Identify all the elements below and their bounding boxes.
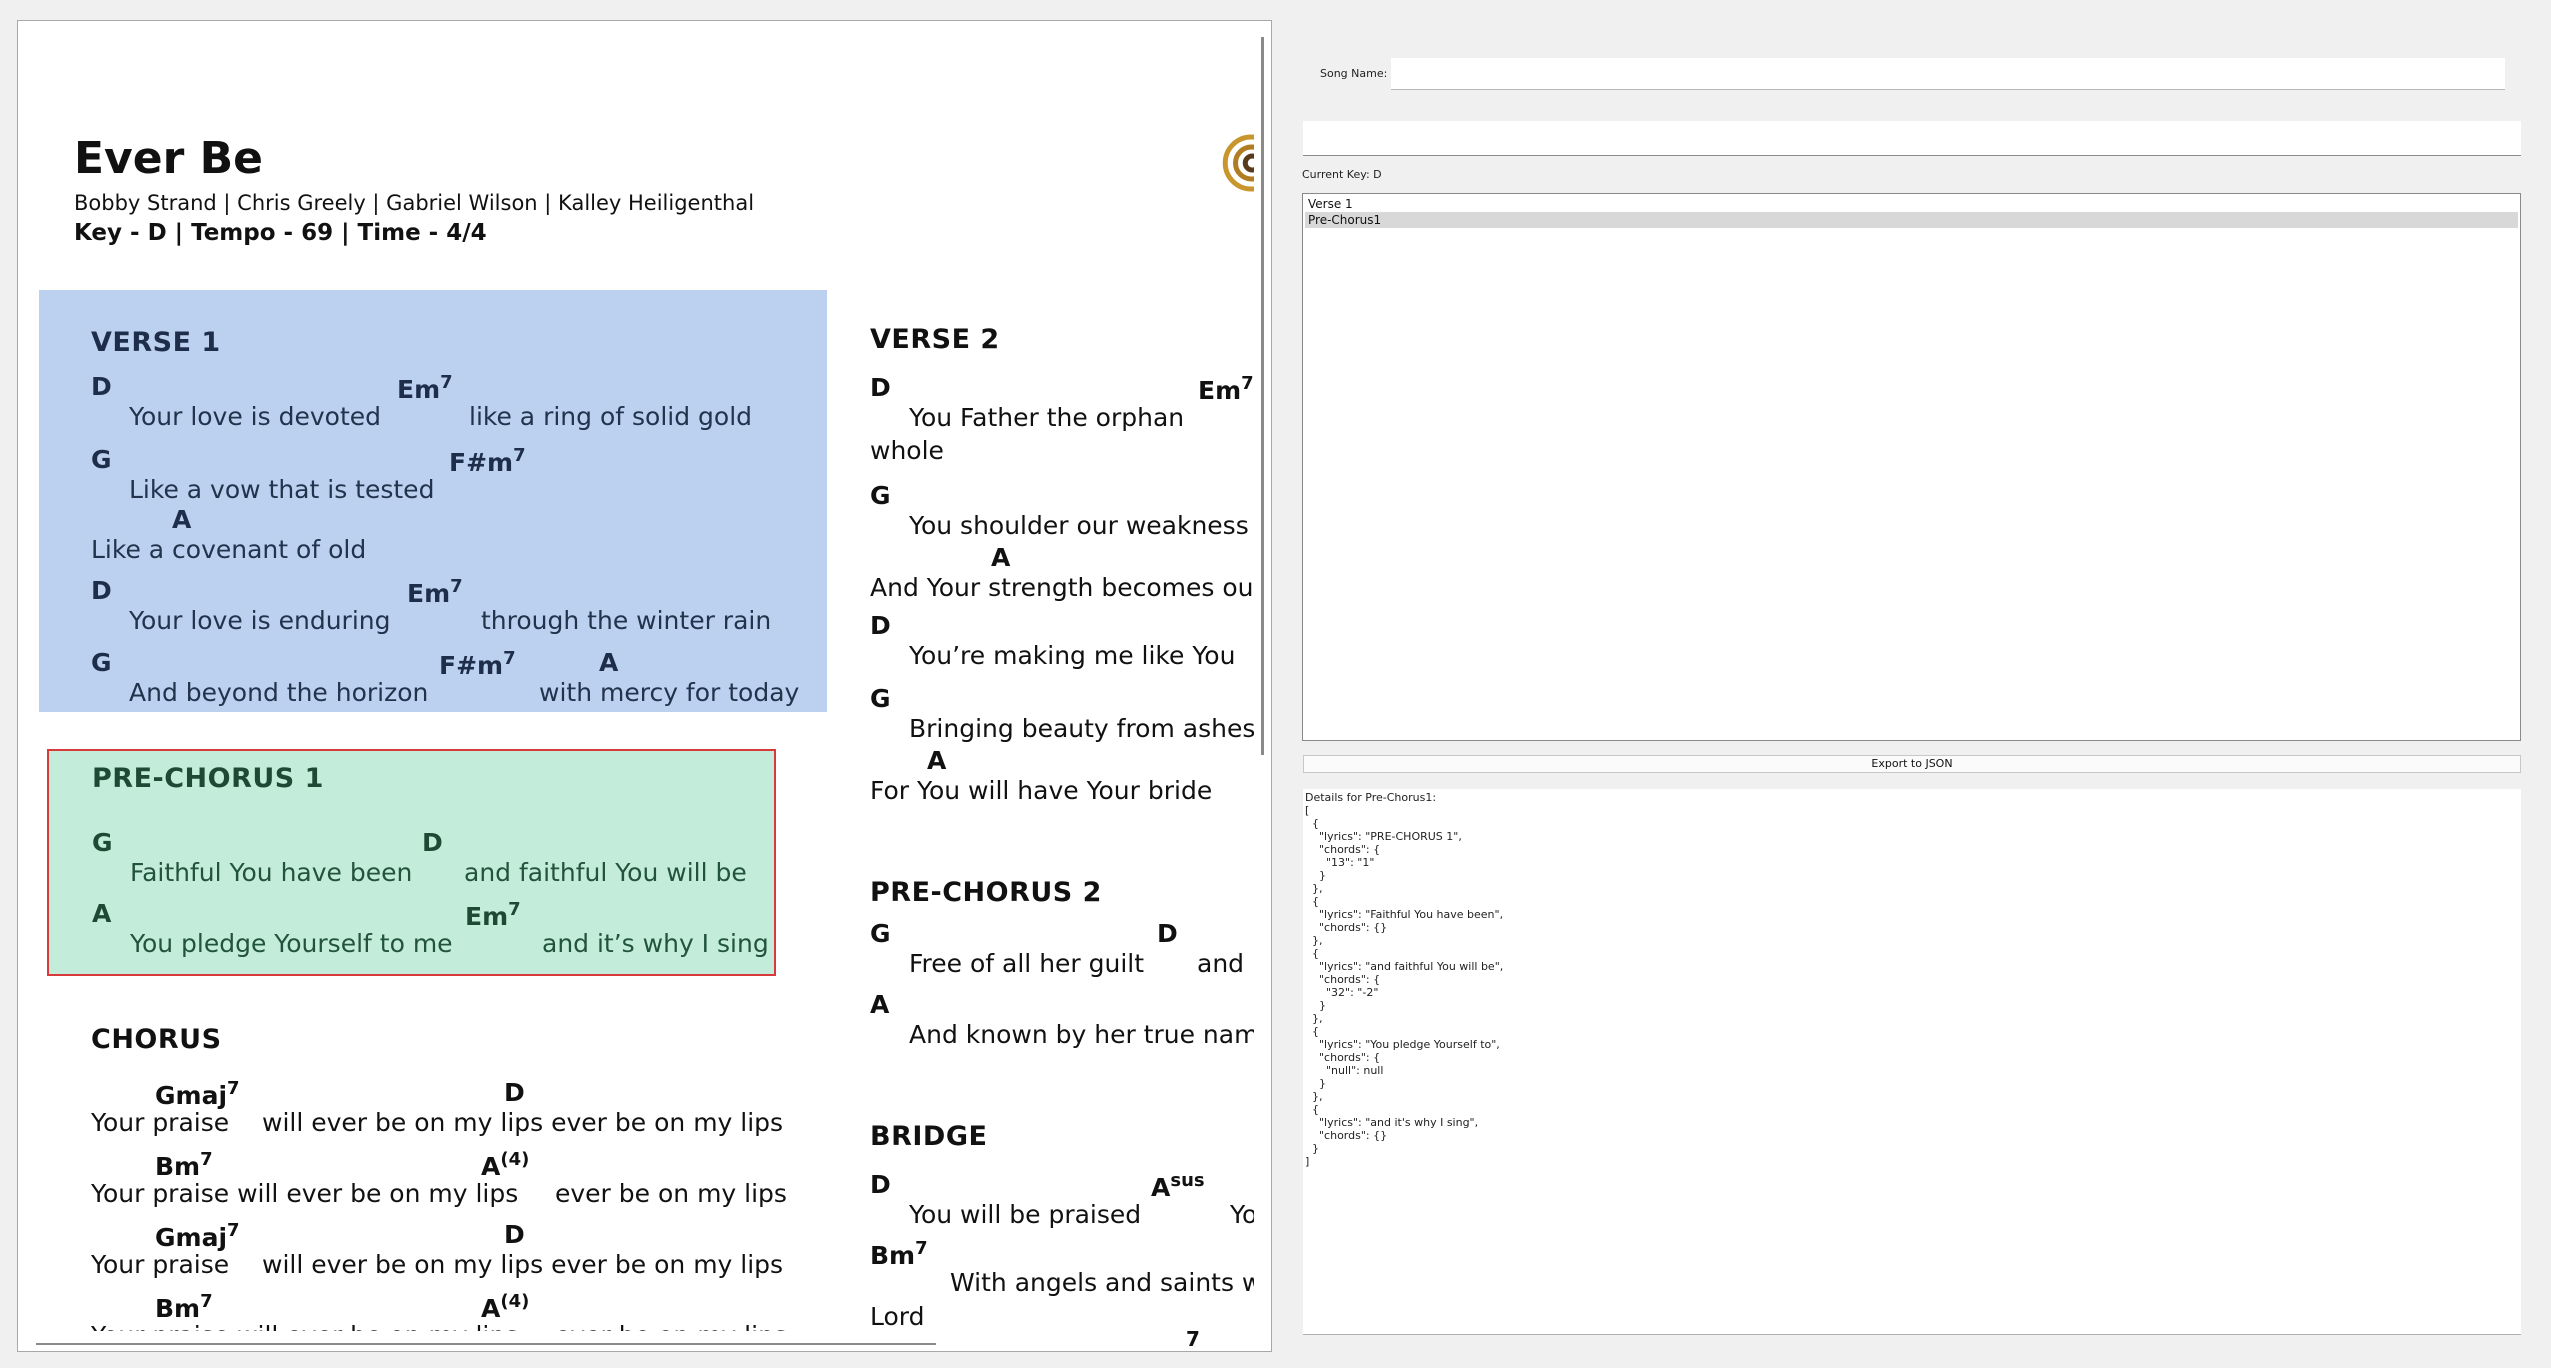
chord-symbol: A — [991, 543, 1011, 572]
lyric-text: and faithful You will be — [464, 858, 747, 887]
chord-symbol: D — [422, 828, 443, 857]
lyric-text: Your praise — [91, 1108, 230, 1137]
current-key-label: Current Key: D — [1302, 168, 1382, 181]
lyric-text: You — [1230, 1200, 1254, 1229]
section-title: BRIDGE — [870, 1121, 988, 1152]
chord-symbol: D — [870, 611, 891, 640]
chord-symbol: D — [870, 1170, 891, 1199]
lyric-text: You will be praised — [909, 1200, 1142, 1229]
section-list[interactable]: Verse 1 Pre-Chorus1 — [1302, 193, 2521, 741]
horizontal-scrollbar[interactable] — [36, 1343, 936, 1345]
chart-page: Ever Be Bobby Strand | Chris Greely | Ga… — [18, 21, 1254, 1331]
chord-lyric-line: GFYou shoulder our weakness — [18, 481, 1249, 551]
chart-viewer[interactable]: Ever Be Bobby Strand | Chris Greely | Ga… — [17, 20, 1272, 1352]
chord-symbol: Em7 — [1198, 373, 1254, 405]
lyric-text: And Your strength becomes our — [870, 573, 1254, 602]
chord-symbol: Gmaj7 — [155, 1078, 240, 1110]
chord-lyric-line: D Em7 You Father the orphan whole — [18, 373, 1254, 465]
chord-symbol: G — [870, 481, 891, 510]
chord-symbol: Bm7 — [870, 1238, 928, 1270]
song-title: Ever Be — [74, 133, 263, 184]
lyric-text: Free of all her guilt — [909, 949, 1145, 978]
chord-symbol: D — [870, 373, 891, 402]
chord-symbol: G — [91, 445, 112, 474]
lyric-text: Bringing beauty from ashes — [909, 714, 1254, 743]
lyric-text: For You will have Your bride — [870, 776, 1213, 805]
chord-lyric-line: D E You’re making me like You — [18, 611, 1254, 681]
details-panel[interactable]: Details for Pre-Chorus1: [ { "lyrics": "… — [1303, 789, 2521, 1335]
chord-symbol: Asus — [1151, 1170, 1205, 1202]
lyric-text: Faithful You have been — [130, 858, 413, 887]
lyric-text: ever be on my lips — [555, 1321, 787, 1331]
section-list-item-pre-chorus-1[interactable]: Pre-Chorus1 — [1305, 212, 2518, 228]
chord-symbol: A — [870, 990, 890, 1019]
lyric-text: will ever be on my lips ever be on my li… — [262, 1108, 784, 1137]
lyric-text: and ri — [1197, 949, 1254, 978]
chord-symbol: G — [870, 919, 891, 948]
chord-symbol: D — [1157, 919, 1178, 948]
song-meta: Key - D | Tempo - 69 | Time - 4/4 — [74, 220, 487, 246]
chord-lyric-line: A And known by her true name — [18, 990, 1254, 1060]
chord-lyric-line: A For You will have Your bride — [18, 746, 1218, 816]
chord-lyric-line: Gmaj7 D Your praise will ever be on my lips… — [18, 1078, 1218, 1148]
lyric-text: Lord — [870, 1302, 925, 1331]
chord-lyric-line: Bm7 With angels and saints we Lord — [18, 1238, 1254, 1331]
chord-symbol: D — [504, 1078, 525, 1107]
section-list-item-verse-1[interactable]: Verse 1 — [1305, 196, 2518, 212]
section-title: VERSE 2 — [870, 324, 1000, 355]
song-authors: Bobby Strand | Chris Greely | Gabriel Wi… — [74, 191, 755, 215]
brand-logo-icon — [1222, 134, 1254, 192]
song-name-input[interactable] — [1391, 58, 2505, 90]
song-name-label: Song Name: — [1320, 67, 1388, 80]
page-tail-chord: 7 — [1186, 1327, 1200, 1351]
section-title: PRE-CHORUS 2 — [870, 877, 1102, 908]
chord-symbol: G — [92, 828, 113, 857]
chord-lyric-line: GIBringing beauty from ashes — [18, 684, 1254, 754]
chord-lyric-line: A And Your strength becomes our — [18, 543, 1254, 613]
chord-lyric-line: D Asus You will be praised You — [18, 1170, 1254, 1240]
lyric-text: whole — [870, 436, 944, 465]
vertical-scrollbar[interactable] — [1261, 37, 1264, 755]
chord-symbol: F#m7 — [449, 445, 526, 477]
details-text: Details for Pre-Chorus1: [ { "lyrics": "… — [1305, 791, 1504, 1168]
export-json-button[interactable]: Export to JSON — [1303, 755, 2521, 773]
lyric-text: And known by her true name — [909, 1020, 1254, 1049]
lyric-text: You’re making me like You — [909, 641, 1236, 670]
lyric-text: You shoulder our weakness — [909, 511, 1249, 540]
lyric-text: Your praise will ever be on my lips — [91, 1321, 518, 1331]
key-input[interactable] — [1303, 121, 2521, 156]
chord-symbol: E — [1252, 611, 1254, 640]
lyric-text: You Father the orphan — [909, 403, 1185, 432]
lyric-text: With angels and saints we — [950, 1268, 1254, 1297]
chord-symbol: G — [870, 684, 891, 713]
chord-symbol: A — [927, 746, 947, 775]
section-title: VERSE 1 — [91, 327, 221, 358]
chord-lyric-line: G D Free of all her guilt and ri — [18, 919, 1254, 989]
